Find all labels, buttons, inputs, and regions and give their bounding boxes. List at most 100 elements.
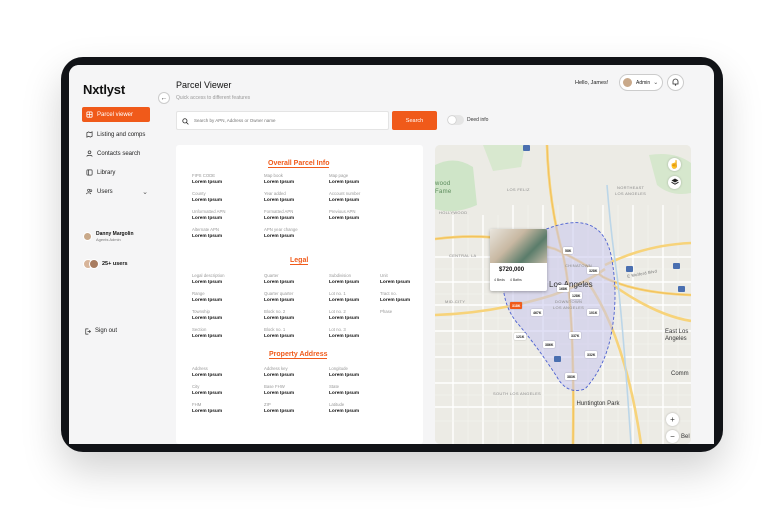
price-marker[interactable]: 58K [563,247,574,254]
users-icon [85,188,93,196]
field-value: Lorem Ipsum [264,334,295,339]
map-label: East Los Angeles [665,329,689,342]
price-marker[interactable]: 467K [531,309,544,316]
notifications-button[interactable] [667,74,684,91]
sign-out-label: Sign out [95,328,118,334]
field-value: Lorem Ipsum [192,298,223,303]
parcel-info-card: Overall Parcel Info FIPS CODE Lorem Ipsum… [176,145,423,444]
field: Block no. 2 Lorem Ipsum [264,309,328,322]
field-value: Lorem Ipsum [264,409,295,414]
field-value: Lorem Ipsum [264,373,295,378]
sidebar-item-users[interactable]: Users ⌄ [82,184,150,199]
sidebar-item-parcel-viewer[interactable]: Parcel viewer [82,107,150,122]
field-value: Lorem Ipsum [192,234,223,239]
price-marker[interactable]: 121K [514,333,527,340]
price-marker[interactable]: 337K [569,332,582,339]
field: Quarter quarter Lorem Ipsum [264,291,328,304]
field-value: Lorem Ipsum [192,180,223,185]
listing-meta: 4 Beds 4 Baths [494,278,522,282]
listing-popup[interactable]: $720,000 4 Beds 4 Baths [490,229,547,291]
price-marker[interactable]: 386K [543,341,556,348]
zoom-out-button[interactable]: − [666,430,679,443]
parcel-map[interactable]: LOS FELIZ HOLLYWOOD wood Fame CENTRAL LA… [435,145,691,444]
price-marker[interactable]: 101K [587,309,600,316]
field-value: Lorem Ipsum [329,373,360,378]
deed-info-toggle[interactable] [447,115,464,125]
field: Alternate APN Lorem Ipsum [192,227,256,240]
hand-icon: ☝ [669,160,680,169]
map-label: SOUTH LOS ANGELES [493,391,542,396]
map-label: DOWNTOWN [555,299,583,304]
layers-button[interactable] [668,176,681,189]
price-marker[interactable]: 168K [557,285,570,292]
field: Legal description Lorem Ipsum [192,273,256,286]
avatar [83,232,92,241]
map-label: LOS ANGELES [615,191,647,196]
field-value: Lorem Ipsum [192,409,223,414]
sidebar-item-listing[interactable]: Listing and comps [82,127,150,142]
users-count[interactable]: 25+ users [83,259,128,269]
field: Previous APN Lorem Ipsum [329,209,393,222]
price-marker[interactable]: 328K [587,267,600,274]
sidebar-item-library[interactable]: Library [82,165,150,180]
account-menu[interactable]: Admin ⌄ [619,74,663,91]
stage: Nxtlyst Parcel viewer Listing and comps … [0,0,783,518]
field: FHM Lorem Ipsum [192,402,256,415]
price-marker[interactable]: 332K [585,351,598,358]
search-input[interactable] [194,118,374,123]
back-button[interactable]: ← [158,92,170,104]
field-value: Lorem Ipsum [192,316,223,321]
zoom-in-button[interactable]: + [666,413,679,426]
field: Address Lorem Ipsum [192,366,256,379]
sidebar-item-label: Contacts search [97,150,141,157]
app-logo: Nxtlyst [83,82,125,97]
admin-label: Admin [636,79,651,86]
section-title-overall: Overall Parcel Info [268,160,330,168]
field-value: Lorem Ipsum [329,198,360,203]
field: Formatted APN Lorem Ipsum [264,209,328,222]
user-icon [85,150,93,158]
field: FIPS CODE Lorem Ipsum [192,173,256,186]
price-marker[interactable]: 383K [565,373,578,380]
map-label: Huntington Park [576,401,620,407]
map-label: wood [435,181,451,187]
field: APN year change Lorem Ipsum [264,227,328,240]
map-label: LOS ANGELES [553,305,585,310]
field-value: Lorem Ipsum [329,334,360,339]
field: Map page Lorem Ipsum [329,173,393,186]
sign-out-button[interactable]: Sign out [83,327,117,335]
field-value: Lorem Ipsum [329,216,360,221]
price-marker[interactable]: 128K [570,292,583,299]
field-value: Lorem Ipsum [329,409,360,414]
chevron-down-icon[interactable]: ⌄ [142,188,148,196]
search-button[interactable]: Search [392,111,437,130]
field-value: Lorem Ipsum [264,391,295,396]
search-icon [182,112,189,130]
current-user-card[interactable]: Danny Margolin Agents Admin [83,231,134,242]
map-label: NORTHEAST [617,185,645,190]
parcel-icon [85,111,93,119]
price-marker[interactable]: 318K [510,302,523,309]
greeting: Hello, James! [575,80,609,86]
sidebar-item-label: Listing and comps [97,131,146,138]
field: ZIP Lorem Ipsum [264,402,328,415]
field-value: Lorem Ipsum [264,316,295,321]
section-title-legal: Legal [290,257,309,265]
page-subtitle: Quick access to different features [176,95,251,101]
app-screen: Nxtlyst Parcel viewer Listing and comps … [69,65,714,444]
field: Quarter Lorem Ipsum [264,273,328,286]
map-city-label: Los Angeles [549,280,593,289]
deed-info-label: Deed info [467,117,489,123]
listing-baths: 4 Baths [509,278,522,282]
sign-out-icon [83,327,91,335]
map-label: Bel [681,434,690,440]
listing-photo [490,229,547,263]
bell-icon [672,78,679,88]
field-value: Lorem Ipsum [329,316,360,321]
sidebar-item-contacts[interactable]: Contacts search [82,146,150,161]
field-value: Lorem Ipsum [192,334,223,339]
field: County Lorem Ipsum [192,191,256,204]
field: Township Lorem Ipsum [192,309,256,322]
map-label: CENTRAL LA [449,253,477,258]
pointer-tool-button[interactable]: ☝ [668,158,681,171]
